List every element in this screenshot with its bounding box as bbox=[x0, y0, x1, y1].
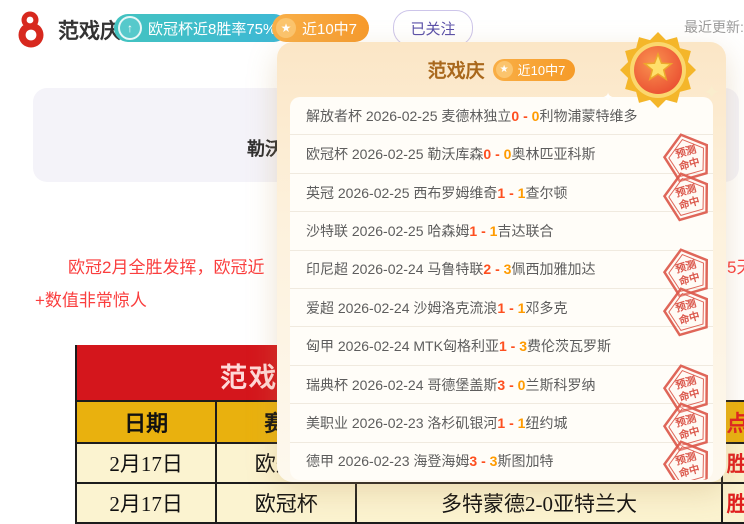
home-score: 1 bbox=[497, 185, 505, 201]
home-score: 1 bbox=[497, 415, 505, 431]
winrate-badge: ↑ 欧冠杯近8胜率75% bbox=[114, 14, 288, 42]
prediction-row[interactable]: 匈甲 2026-02-24 MTK匈格利亚1 - 3费伦茨瓦罗斯 bbox=[290, 327, 713, 365]
score-separator: - bbox=[477, 453, 489, 469]
away-team: 纽约城 bbox=[525, 413, 567, 433]
trend-up-icon: ↑ bbox=[118, 16, 142, 40]
match-info: 解放者杯 2026-02-25 麦德林独立 bbox=[306, 106, 511, 126]
home-score: 3 bbox=[497, 377, 505, 393]
logo-8-icon bbox=[13, 10, 49, 48]
table-cell: 2月17日 bbox=[77, 444, 217, 482]
away-team: 佩西加雅加达 bbox=[511, 259, 595, 279]
away-team: 查尔顿 bbox=[525, 183, 567, 203]
streak-badge: ★ 近10中7 bbox=[272, 14, 369, 42]
home-score: 0 bbox=[483, 146, 491, 162]
match-info: 印尼超 2026-02-24 马鲁特联 bbox=[306, 259, 483, 279]
prediction-row[interactable]: 德甲 2026-02-23 海登海姆3 - 3斯图加特 预测 命中 bbox=[290, 443, 713, 480]
site-logo[interactable] bbox=[13, 10, 49, 48]
promo-text-line2: +数值非常惊人 bbox=[35, 286, 147, 311]
home-score: 1 bbox=[497, 300, 505, 316]
match-info: 爱超 2026-02-24 沙姆洛克流浪 bbox=[306, 298, 497, 318]
followed-button[interactable]: 已关注 bbox=[393, 10, 473, 46]
home-score: 2 bbox=[483, 261, 491, 277]
score-separator: - bbox=[491, 146, 503, 162]
away-team: 邓多克 bbox=[525, 298, 567, 318]
score-separator: - bbox=[505, 185, 517, 201]
match-info: 欧冠杯 2026-02-25 勒沃库森 bbox=[306, 144, 483, 164]
match-info: 英冠 2026-02-25 西布罗姆维奇 bbox=[306, 183, 497, 203]
away-score: 1 bbox=[518, 300, 526, 316]
away-team: 斯图加特 bbox=[497, 451, 553, 471]
streak-badge-label: 近10中7 bbox=[302, 18, 357, 39]
score-separator: - bbox=[505, 415, 517, 431]
home-score: 3 bbox=[469, 453, 477, 469]
table-cell: 胜 bbox=[723, 484, 744, 522]
score-separator: - bbox=[505, 300, 517, 316]
sparkle-icon: ✦ bbox=[603, 90, 613, 104]
prediction-row[interactable]: 爱超 2026-02-24 沙姆洛克流浪1 - 1邓多克 预测 命中 bbox=[290, 289, 713, 327]
predictions-popup: 范戏庆 ★ 近10中7 ✦ ✦ 解放者杯 2026-02-25 麦德林独立0 -… bbox=[277, 42, 726, 482]
prediction-row[interactable]: 欧冠杯 2026-02-25 勒沃库森0 - 0奥林匹亚科斯 预测 命中 bbox=[290, 135, 713, 173]
score-separator: - bbox=[507, 338, 519, 354]
table-cell: 2月17日 bbox=[77, 484, 217, 522]
promo-text-line1: 欧冠2月全胜发挥，欧冠近 bbox=[68, 253, 264, 278]
prediction-row[interactable]: 瑞典杯 2026-02-24 哥德堡盖斯3 - 0兰斯科罗纳 预测 命中 bbox=[290, 366, 713, 404]
match-info: 瑞典杯 2026-02-24 哥德堡盖斯 bbox=[306, 375, 497, 395]
away-score: 0 bbox=[532, 108, 540, 124]
winrate-badge-label: 欧冠杯近8胜率75% bbox=[148, 18, 276, 39]
match-info: 德甲 2026-02-23 海登海姆 bbox=[306, 451, 469, 471]
prediction-row[interactable]: 印尼超 2026-02-24 马鲁特联2 - 3佩西加雅加达 预测 命中 bbox=[290, 251, 713, 289]
away-score: 0 bbox=[504, 146, 512, 162]
away-score: 1 bbox=[490, 223, 498, 239]
away-score: 1 bbox=[518, 185, 526, 201]
page-title: 范戏庆 bbox=[58, 15, 121, 45]
popup-streak-label: 近10中7 bbox=[518, 60, 566, 79]
away-score: 3 bbox=[490, 453, 498, 469]
score-separator: - bbox=[477, 223, 489, 239]
table-row: 2月17日欧冠杯多特蒙德2-0亚特兰大胜 bbox=[77, 484, 744, 524]
table-cell: 欧冠杯 bbox=[217, 484, 357, 522]
prediction-list: 解放者杯 2026-02-25 麦德林独立0 - 0利物浦蒙特维多 欧冠杯 20… bbox=[290, 97, 713, 480]
gold-medal-icon bbox=[618, 30, 698, 110]
away-score: 3 bbox=[519, 338, 527, 354]
popup-title: 范戏庆 bbox=[428, 56, 485, 83]
page: { "page": { "expert_name": "范戏庆", "badge… bbox=[0, 0, 744, 505]
score-separator: - bbox=[519, 108, 531, 124]
away-score: 1 bbox=[518, 415, 526, 431]
away-score: 0 bbox=[518, 377, 526, 393]
score-separator: - bbox=[491, 261, 503, 277]
away-score: 3 bbox=[504, 261, 512, 277]
popup-streak-badge: ★ 近10中7 bbox=[493, 59, 576, 81]
score-separator: - bbox=[505, 377, 517, 393]
table-cell: 多特蒙德2-0亚特兰大 bbox=[357, 484, 722, 522]
promo-text-line1-right: 5天 bbox=[727, 253, 744, 278]
away-team: 兰斯科罗纳 bbox=[525, 375, 595, 395]
table-header-cell: 日期 bbox=[77, 402, 217, 442]
home-score: 0 bbox=[511, 108, 519, 124]
sparkle-icon: ✦ bbox=[703, 80, 720, 105]
prediction-row[interactable]: 英冠 2026-02-25 西布罗姆维奇1 - 1查尔顿 预测 命中 bbox=[290, 174, 713, 212]
home-score: 1 bbox=[499, 338, 507, 354]
prediction-row[interactable]: 沙特联 2026-02-25 哈森姆1 - 1吉达联合 bbox=[290, 212, 713, 250]
home-score: 1 bbox=[469, 223, 477, 239]
away-team: 奥林匹亚科斯 bbox=[511, 144, 595, 164]
star-icon: ★ bbox=[496, 61, 513, 78]
match-info: 沙特联 2026-02-25 哈森姆 bbox=[306, 221, 469, 241]
star-icon: ★ bbox=[276, 18, 296, 38]
prediction-row[interactable]: 美职业 2026-02-23 洛杉矶银河1 - 1纽约城 预测 命中 bbox=[290, 404, 713, 442]
match-info: 美职业 2026-02-23 洛杉矶银河 bbox=[306, 413, 497, 433]
away-team: 费伦茨瓦罗斯 bbox=[527, 336, 611, 356]
match-info: 匈甲 2026-02-24 MTK匈格利亚 bbox=[306, 336, 499, 356]
away-team: 吉达联合 bbox=[497, 221, 553, 241]
